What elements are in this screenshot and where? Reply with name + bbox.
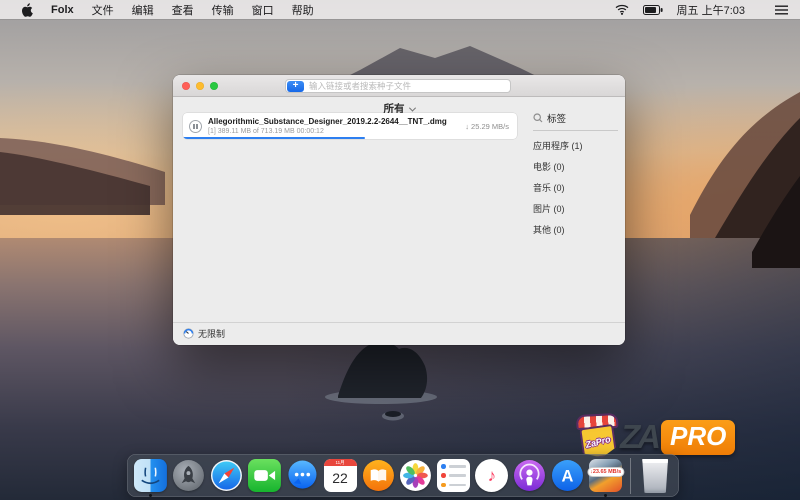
- menu-clock[interactable]: 周五 上午7:03: [677, 2, 745, 18]
- tag-pictures[interactable]: 图片 (0): [533, 202, 618, 215]
- window-titlebar[interactable]: +: [173, 75, 625, 97]
- dock-trash[interactable]: [639, 459, 672, 493]
- music-icon: ♪: [475, 459, 509, 492]
- zoom-button[interactable]: [210, 82, 218, 90]
- calendar-day: 22: [332, 470, 348, 486]
- speed-limit-control[interactable]: 无限制: [183, 327, 225, 340]
- dock-safari[interactable]: [210, 459, 243, 492]
- tags-header-label: 标签: [547, 114, 567, 125]
- apple-icon: [22, 2, 33, 17]
- store-label: ZaPro: [584, 434, 612, 450]
- menu-bar: Folx 文件 编辑 查看 传输 窗口 帮助 周五 上午7:03: [0, 0, 800, 19]
- tag-applications[interactable]: 应用程序 (1): [533, 139, 618, 152]
- menu-file[interactable]: 文件: [83, 2, 123, 18]
- svg-text:A: A: [562, 467, 574, 485]
- download-details: [1] 389.11 MB of 713.19 MB 00:00:12: [208, 127, 324, 135]
- calendar-icon: 11月 22: [323, 459, 357, 492]
- running-indicator: [148, 493, 152, 497]
- books-icon: [362, 460, 394, 491]
- dock-reminders[interactable]: [437, 459, 471, 492]
- watermark-pro: PRO: [661, 419, 736, 455]
- app-store-icon: A: [552, 460, 584, 491]
- dock-photos[interactable]: [399, 459, 432, 492]
- add-download-button[interactable]: +: [287, 80, 304, 92]
- url-search-field: +: [285, 79, 511, 93]
- podcasts-icon: [514, 460, 546, 491]
- wifi-status[interactable]: [615, 4, 629, 15]
- speed-limit-label: 无限制: [198, 329, 226, 339]
- download-speed: ↓ 25.29 MB/s: [465, 121, 509, 131]
- dock-finder[interactable]: [134, 459, 167, 497]
- finder-icon: [134, 459, 167, 492]
- desktop: Folx 文件 编辑 查看 传输 窗口 帮助 周五 上午7:03 + 输入链接或…: [0, 0, 800, 500]
- dock-launchpad[interactable]: [172, 459, 205, 492]
- search-input[interactable]: [304, 81, 510, 91]
- safari-icon: [210, 460, 242, 491]
- dock: 11月 22 ♪ A ↓23.65 MB/s: [127, 454, 679, 497]
- notification-center[interactable]: [775, 5, 788, 15]
- tag-music[interactable]: 音乐 (0): [533, 181, 618, 194]
- menu-app-name[interactable]: Folx: [42, 4, 83, 16]
- folx-window: + 所有 Allegorithmic_Substance_Designer_20…: [173, 75, 625, 345]
- gauge-icon: [183, 328, 194, 339]
- close-button[interactable]: [182, 82, 190, 90]
- battery-icon: [642, 4, 663, 15]
- dock-folx[interactable]: ↓23.65 MB/s: [587, 459, 625, 497]
- menu-transfer[interactable]: 传输: [203, 2, 243, 18]
- trash-icon: [642, 459, 669, 493]
- tag-others[interactable]: 其他 (0): [533, 223, 618, 236]
- menu-edit[interactable]: 编辑: [123, 2, 163, 18]
- dock-music[interactable]: ♪: [475, 459, 509, 492]
- running-indicator: [604, 493, 608, 497]
- launchpad-icon: [172, 460, 204, 491]
- tag-search-icon[interactable]: [533, 113, 543, 123]
- dock-podcasts[interactable]: [513, 459, 546, 492]
- dock-books[interactable]: [362, 459, 395, 492]
- download-row[interactable]: Allegorithmic_Substance_Designer_2019.2.…: [183, 113, 517, 139]
- battery-status[interactable]: [642, 4, 663, 15]
- minimize-button[interactable]: [196, 82, 204, 90]
- apple-menu[interactable]: [12, 2, 42, 17]
- pause-button[interactable]: [189, 119, 202, 133]
- folx-icon: ↓23.65 MB/s: [587, 459, 625, 492]
- folx-speed-badge: ↓23.65 MB/s: [587, 467, 625, 477]
- messages-icon: [288, 460, 317, 489]
- menu-view[interactable]: 查看: [163, 2, 203, 18]
- watermark-za: ZA: [620, 418, 661, 455]
- dock-messages[interactable]: [286, 459, 319, 492]
- tags-divider: [533, 130, 618, 131]
- chevron-down-icon: [408, 104, 416, 112]
- download-filename: Allegorithmic_Substance_Designer_2019.2.…: [208, 117, 447, 127]
- list-icon: [775, 5, 788, 15]
- calendar-month: 11月: [323, 459, 357, 466]
- wifi-icon: [615, 4, 628, 15]
- photos-icon: [400, 460, 432, 491]
- tags-sidebar: 标签 应用程序 (1) 电影 (0) 音乐 (0) 图片 (0) 其他 (0): [533, 111, 618, 236]
- menu-help[interactable]: 帮助: [283, 2, 323, 18]
- tag-movies[interactable]: 电影 (0): [533, 160, 618, 173]
- window-body: 所有 Allegorithmic_Substance_Designer_2019…: [173, 97, 625, 345]
- music-note-glyph: ♪: [487, 465, 497, 485]
- statusbar-divider: [173, 322, 625, 323]
- download-progress-fill: [183, 136, 366, 139]
- reminders-icon: [437, 459, 471, 492]
- dock-calendar[interactable]: 11月 22: [323, 459, 357, 492]
- dock-facetime[interactable]: [247, 459, 281, 492]
- facetime-icon: [247, 459, 281, 492]
- menu-window[interactable]: 窗口: [243, 2, 283, 18]
- dock-app-store[interactable]: A: [551, 459, 584, 492]
- download-progress-track: [183, 136, 517, 139]
- dock-divider: [630, 457, 632, 494]
